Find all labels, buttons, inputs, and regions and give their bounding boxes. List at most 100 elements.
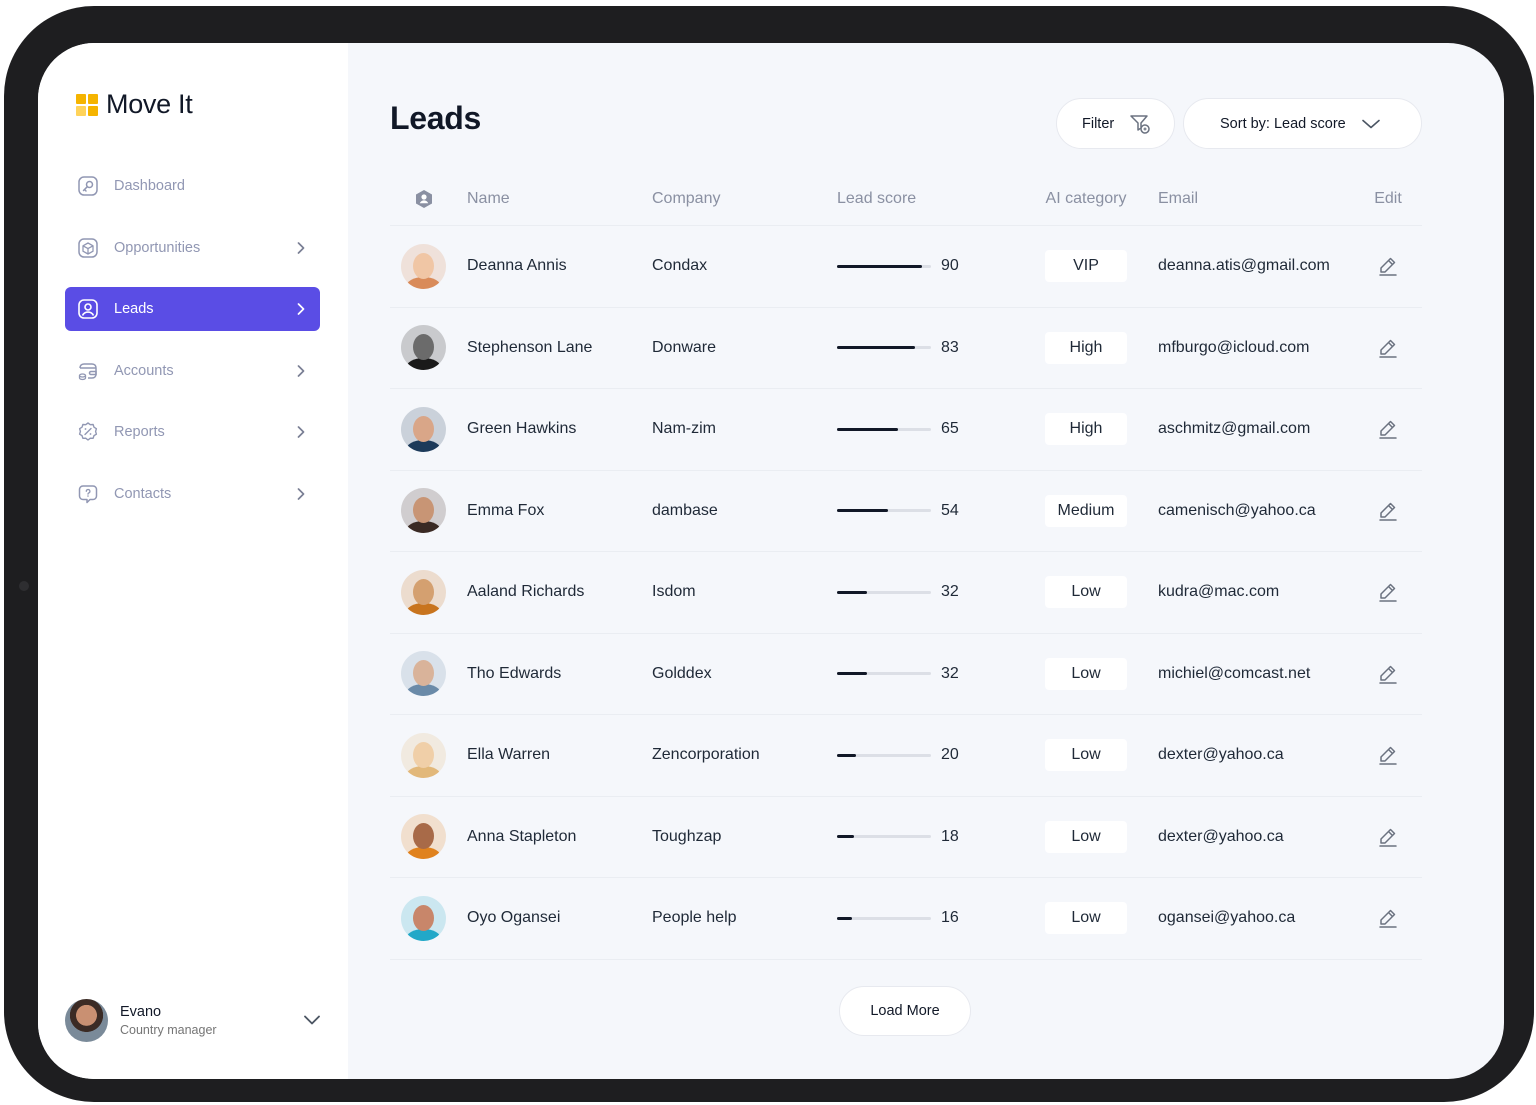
lead-score-bar [837, 672, 931, 676]
ai-category-cell: VIP [1028, 250, 1144, 283]
lead-score-bar-fill [837, 590, 868, 594]
edit-pencil-icon[interactable] [1377, 907, 1399, 929]
lead-email: dexter@yahoo.ca [1158, 827, 1284, 845]
avatar-cell [390, 569, 467, 615]
lead-name[interactable]: Aaland Richards [467, 583, 652, 601]
lead-score-cell: 54 [837, 502, 1028, 520]
sidebar-item-label: Opportunities [114, 239, 201, 256]
edit-pencil-icon[interactable] [1377, 418, 1399, 440]
lead-score-cell: 20 [837, 746, 1028, 764]
ai-category-cell: Low [1028, 739, 1144, 772]
lead-name[interactable]: Deanna Annis [467, 257, 652, 275]
edit-cell [1363, 663, 1413, 685]
sidebar: Move It Dashboard Opportunities Leads Accou… [38, 43, 348, 1079]
lead-score-bar [837, 346, 931, 350]
column-header-lead-score[interactable]: Lead score [837, 190, 1028, 208]
table-row[interactable]: Aaland Richards Isdom 32 Low kudra@mac.com [390, 552, 1422, 634]
table-row[interactable]: Oyo Ogansei People help 16 Low ogansei@yahoo… [390, 878, 1422, 960]
chevron-right-icon [294, 241, 308, 255]
column-header-name[interactable]: Name [467, 190, 652, 208]
sidebar-item-dashboard[interactable]: Dashboard [65, 164, 320, 208]
lead-score-value: 54 [941, 501, 959, 519]
logo-square [88, 105, 98, 116]
ai-category-badge: Low [1045, 739, 1127, 772]
column-header-company[interactable]: Company [652, 190, 837, 208]
user-info: Evano Country manager [120, 1004, 304, 1037]
filter-icon [1128, 112, 1152, 136]
edit-pencil-icon[interactable] [1377, 826, 1399, 848]
sidebar-item-accounts[interactable]: Accounts [65, 349, 320, 393]
lead-score-cell: 90 [837, 257, 1028, 275]
lead-name[interactable]: Green Hawkins [467, 420, 652, 438]
lead-name[interactable]: Tho Edwards [467, 665, 652, 683]
edit-pencil-icon[interactable] [1377, 500, 1399, 522]
lead-score-cell: 32 [837, 665, 1028, 683]
lead-name[interactable]: Oyo Ogansei [467, 909, 652, 927]
camera-dot [19, 581, 29, 591]
lead-score-bar-fill [837, 753, 856, 757]
lead-score-cell: 18 [837, 828, 1028, 846]
avatar [401, 569, 446, 615]
sidebar-item-contacts[interactable]: Contacts [65, 472, 320, 516]
lead-name[interactable]: Emma Fox [467, 502, 652, 520]
lead-score-bar [837, 590, 931, 594]
lead-score-value: 18 [941, 827, 959, 845]
table-row[interactable]: Deanna Annis Condax 90 VIP deanna.atis@gmail… [390, 226, 1422, 308]
chevron-down-icon[interactable] [304, 1015, 320, 1025]
lead-name[interactable]: Stephenson Lane [467, 339, 652, 357]
edit-cell [1363, 826, 1413, 848]
sidebar-item-leads[interactable]: Leads [65, 287, 320, 331]
sort-dropdown[interactable]: Sort by: Lead score [1183, 98, 1422, 149]
cube-icon [77, 237, 99, 259]
ai-category-badge: Medium [1045, 494, 1127, 527]
avatar-face [413, 334, 434, 361]
sidebar-item-opportunities[interactable]: Opportunities [65, 226, 320, 270]
avatar [65, 998, 108, 1042]
filter-button[interactable]: Filter [1056, 98, 1175, 149]
app-logo[interactable]: Move It [76, 89, 193, 120]
column-header-email[interactable]: Email [1144, 190, 1363, 208]
edit-pencil-icon[interactable] [1377, 663, 1399, 685]
sidebar-item-label: Dashboard [114, 178, 185, 194]
user-name: Evano [120, 1003, 162, 1020]
user-role: Country manager [120, 1022, 217, 1037]
edit-pencil-icon[interactable] [1377, 255, 1399, 277]
table-row[interactable]: Tho Edwards Golddex 32 Low michiel@comcast.n… [390, 634, 1422, 715]
leads-table: Name Company Lead score AI category Emai… [390, 173, 1422, 960]
edit-cell [1363, 907, 1413, 929]
table-row[interactable]: Anna Stapleton Toughzap 18 Low dexter@yahoo.… [390, 797, 1422, 878]
lead-email: aschmitz@gmail.com [1158, 420, 1311, 438]
filter-label: Filter [1082, 115, 1115, 132]
user-profile[interactable]: Evano Country manager [65, 997, 320, 1043]
table-row[interactable]: Green Hawkins Nam-zim 65 High aschmitz@gmail… [390, 389, 1422, 471]
lead-score-bar-fill [837, 346, 916, 350]
edit-cell [1363, 255, 1413, 277]
lead-score-cell: 32 [837, 583, 1028, 601]
lead-email: camenisch@yahoo.ca [1158, 501, 1316, 519]
lead-name[interactable]: Ella Warren [467, 746, 652, 764]
edit-pencil-icon[interactable] [1377, 744, 1399, 766]
sidebar-item-label: Accounts [114, 362, 174, 379]
sidebar-item-reports[interactable]: Reports [65, 410, 320, 454]
lead-score-bar [837, 916, 931, 920]
lead-name[interactable]: Anna Stapleton [467, 828, 652, 846]
ai-category-badge: Low [1045, 657, 1127, 690]
lead-score-bar-fill [837, 509, 888, 513]
lead-score-value: 32 [941, 664, 959, 682]
table-row[interactable]: Stephenson Lane Donware 83 High mfburgo@iclo… [390, 308, 1422, 389]
tablet-frame: Move It Dashboard Opportunities Leads Accou… [4, 6, 1534, 1102]
edit-cell [1363, 418, 1413, 440]
table-row[interactable]: Ella Warren Zencorporation 20 Low dexter@yah… [390, 715, 1422, 797]
edit-pencil-icon[interactable] [1377, 337, 1399, 359]
user-square-icon [77, 298, 99, 320]
table-row[interactable]: Emma Fox dambase 54 Medium camenisch@yahoo.c… [390, 471, 1422, 552]
chevron-right-icon [294, 302, 308, 316]
edit-pencil-icon[interactable] [1377, 581, 1399, 603]
load-more-button[interactable]: Load More [839, 986, 971, 1036]
avatar-cell [390, 732, 467, 778]
lead-company: Isdom [652, 583, 696, 601]
lead-score-bar-fill [837, 916, 853, 920]
column-header-ai-category[interactable]: AI category [1028, 190, 1144, 208]
lead-company: Condax [652, 257, 708, 275]
ai-category-cell: Low [1028, 576, 1144, 609]
